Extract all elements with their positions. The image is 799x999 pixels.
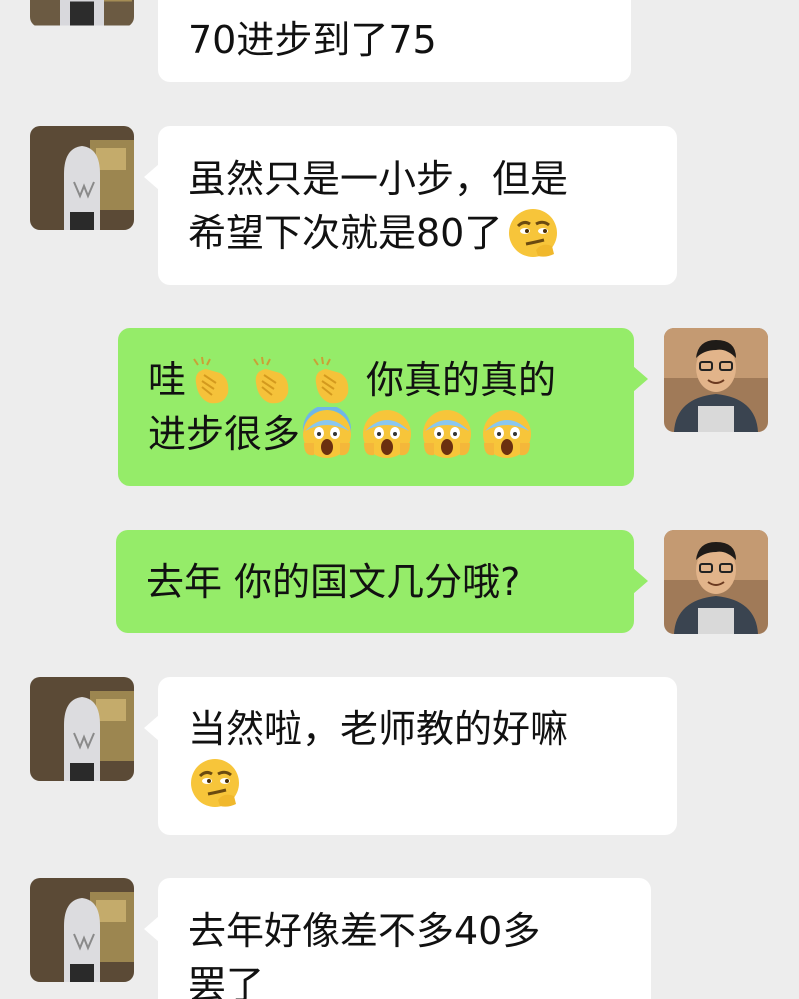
avatar-contact[interactable] [30, 677, 134, 781]
avatar-contact[interactable] [30, 878, 134, 982]
clapping-hands-emoji-icon [186, 353, 240, 407]
smirk-emoji-icon [188, 756, 242, 810]
message-text: 70进步到了75 [188, 18, 437, 62]
screaming-face-emoji-icon [300, 407, 354, 461]
message-text: 希望下次就是80了 [188, 210, 503, 255]
message-text: 你真的真的 [366, 358, 557, 402]
message-text: 进步很多 [148, 412, 301, 456]
message-bubble[interactable]: 去年好像差不多40多 罢了 [144, 878, 651, 999]
user-photo-icon [664, 530, 768, 634]
message-bubble[interactable]: 70进步到了75 [158, 0, 631, 82]
contact-photo-icon [30, 126, 134, 230]
contact-photo-icon [30, 878, 134, 982]
smirk-emoji-icon [506, 206, 560, 260]
message-text: 哇 [148, 358, 187, 402]
avatar-contact[interactable] [30, 0, 134, 27]
avatar-contact[interactable] [30, 126, 134, 230]
message-bubble[interactable]: 去年 你的国文几分哦? [116, 530, 648, 633]
message-text: 去年 你的国文几分哦? [146, 559, 521, 604]
screaming-face-emoji-icon [480, 407, 534, 461]
avatar-self[interactable] [664, 530, 768, 634]
message-text: 虽然只是一小步，但是 [188, 156, 569, 201]
screaming-face-emoji-icon [360, 407, 414, 461]
contact-photo-icon [30, 677, 134, 781]
message-text: 罢了 [188, 963, 265, 999]
message-text: 去年好像差不多40多 [188, 909, 541, 953]
message-bubble[interactable]: 哇 你真的真的 进步很多 [118, 328, 648, 486]
user-photo-icon [664, 328, 768, 432]
clapping-hands-emoji-icon [306, 353, 360, 407]
contact-photo-icon [30, 0, 134, 26]
message-bubble[interactable]: 当然啦，老师教的好嘛 [144, 677, 677, 835]
message-bubble[interactable]: 虽然只是一小步，但是 希望下次就是80了 [144, 126, 677, 285]
avatar-self[interactable] [664, 328, 768, 432]
clapping-hands-emoji-icon [246, 353, 300, 407]
message-text: 当然啦，老师教的好嘛 [188, 707, 569, 751]
screaming-face-emoji-icon [420, 407, 474, 461]
